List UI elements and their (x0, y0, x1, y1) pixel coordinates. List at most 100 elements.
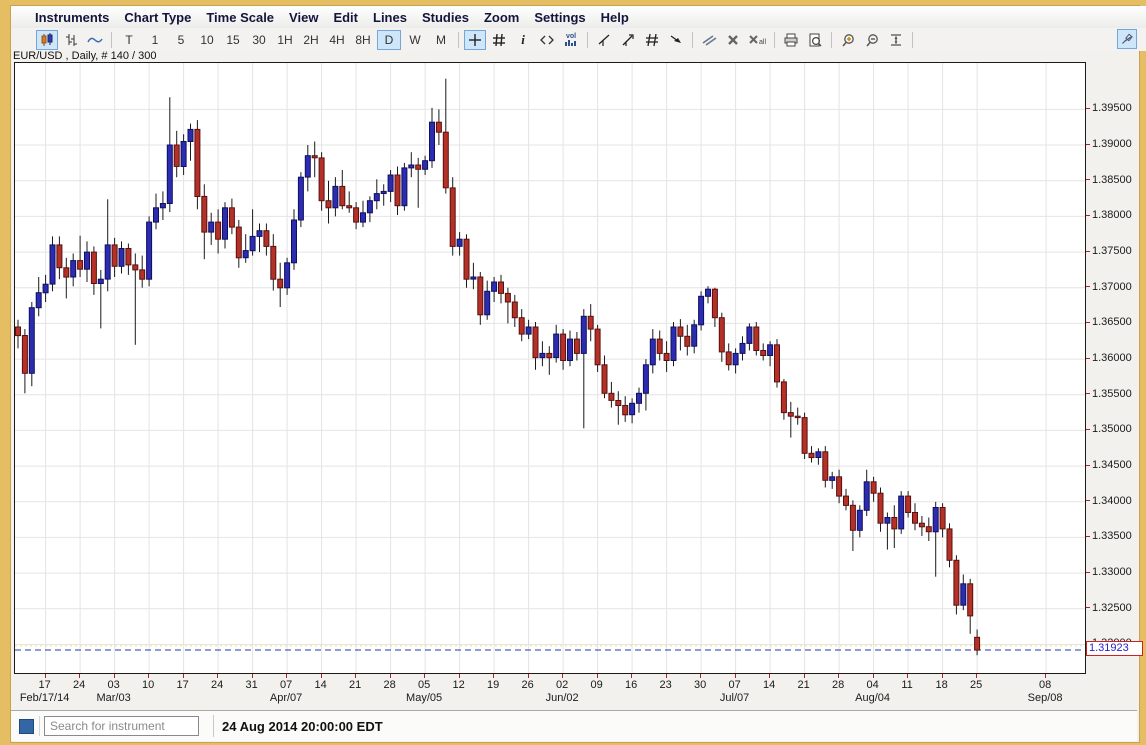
fit-vertical-icon (889, 33, 903, 47)
pin-button[interactable] (1117, 29, 1137, 49)
timeframe-button-15[interactable]: 15 (221, 30, 245, 50)
delete-button[interactable] (722, 30, 744, 50)
x-axis-tick (493, 674, 494, 678)
x-axis-tick (562, 674, 563, 678)
x-axis-tick (1045, 674, 1046, 678)
x-axis-month-label: Aug/04 (833, 692, 913, 704)
volume-button[interactable]: vol (560, 30, 582, 50)
zoom-out-button[interactable] (861, 30, 883, 50)
statusbar-separator (39, 716, 40, 736)
y-axis-tick (1086, 393, 1090, 394)
x-axis-tick (355, 674, 356, 678)
chart-symbol-label: EUR/USD , Daily, # 140 / 300 (13, 50, 156, 62)
x-axis-day-label: 31 (237, 679, 267, 691)
x-axis-tick (217, 674, 218, 678)
y-axis-label: 1.35000 (1086, 422, 1132, 436)
x-axis-month-label: Mar/03 (74, 692, 154, 704)
x-axis-tick (631, 674, 632, 678)
menu-item-chart-type[interactable]: Chart Type (124, 10, 191, 25)
pan-horizontal-icon (540, 35, 554, 45)
crosshair-button[interactable] (464, 30, 486, 50)
timeframe-button-30[interactable]: 30 (247, 30, 271, 50)
x-axis-day-label: 04 (858, 679, 888, 691)
menu-item-studies[interactable]: Studies (422, 10, 469, 25)
x-axis-day-label: 28 (375, 679, 405, 691)
x-axis-tick (321, 674, 322, 678)
delete-all-icon (749, 34, 758, 46)
y-axis-tick (1086, 358, 1090, 359)
menu-item-zoom[interactable]: Zoom (484, 10, 519, 25)
trendline-tool-button[interactable] (593, 30, 615, 50)
menu-item-help[interactable]: Help (601, 10, 629, 25)
search-input[interactable] (48, 718, 207, 734)
candlestick-icon (40, 33, 54, 47)
channel-tool-button[interactable] (641, 30, 663, 50)
x-axis-tick (45, 674, 46, 678)
x-axis-tick (528, 674, 529, 678)
info-button[interactable]: i (512, 30, 534, 50)
ohlc-bars-button[interactable] (60, 30, 82, 50)
timeframe-button-w[interactable]: W (403, 30, 427, 50)
y-axis-label: 1.32500 (1086, 601, 1132, 615)
arrow-tool-button[interactable] (665, 30, 687, 50)
x-axis-month-label: Jun/02 (522, 692, 602, 704)
x-axis-tick (79, 674, 80, 678)
timeframe-button-2h[interactable]: 2H (299, 30, 323, 50)
delete-all-label: all (759, 39, 766, 46)
timeframe-button-1[interactable]: 1 (143, 30, 167, 50)
y-axis-label: 1.33000 (1086, 565, 1132, 579)
x-axis-day-label: 25 (961, 679, 991, 691)
x-axis-tick (873, 674, 874, 678)
ray-tool-button[interactable] (617, 30, 639, 50)
timeframe-button-8h[interactable]: 8H (351, 30, 375, 50)
print-button[interactable] (780, 30, 802, 50)
zoom-out-icon (865, 33, 879, 47)
menu-item-view[interactable]: View (289, 10, 318, 25)
candlestick-chart-button[interactable] (36, 30, 58, 50)
timeframe-button-10[interactable]: 10 (195, 30, 219, 50)
x-axis-day-label: 17 (168, 679, 198, 691)
timeframe-button-4h[interactable]: 4H (325, 30, 349, 50)
fit-vertical-button[interactable] (885, 30, 907, 50)
x-axis-day-label: 17 (30, 679, 60, 691)
x-axis-day-label: 02 (547, 679, 577, 691)
menu-item-time-scale[interactable]: Time Scale (206, 10, 274, 25)
timeframe-button-1h[interactable]: 1H (273, 30, 297, 50)
search-box (44, 716, 199, 736)
x-axis-tick (804, 674, 805, 678)
y-axis-label: 1.34500 (1086, 458, 1132, 472)
price-chart[interactable] (14, 62, 1086, 674)
timeframe-button-d[interactable]: D (377, 30, 401, 50)
x-axis-month-label: Feb/17/14 (5, 692, 85, 704)
x-axis-day-label: 10 (133, 679, 163, 691)
timeframe-button-m[interactable]: M (429, 30, 453, 50)
toolbar: T151015301H2H4H8HDWM i vol (11, 28, 1146, 51)
line-chart-button[interactable] (84, 30, 106, 50)
x-axis-month-label: May/05 (384, 692, 464, 704)
horizontal-pan-button[interactable] (536, 30, 558, 50)
instrument-color-swatch[interactable] (19, 719, 34, 734)
x-axis-day-label: 30 (685, 679, 715, 691)
x-axis-day-label: 09 (582, 679, 612, 691)
menu-item-lines[interactable]: Lines (373, 10, 407, 25)
toolbar-separator (692, 32, 693, 48)
print-preview-button[interactable] (804, 30, 826, 50)
timeframe-button-t[interactable]: T (117, 30, 141, 50)
arrow-tool-icon (669, 33, 683, 47)
x-axis-tick (976, 674, 977, 678)
menu-item-edit[interactable]: Edit (333, 10, 358, 25)
y-axis-label: 1.34000 (1086, 494, 1132, 508)
status-bar: 24 Aug 2014 20:00:00 EDT (11, 710, 1137, 741)
delete-all-button[interactable]: all (746, 30, 769, 50)
menu-item-settings[interactable]: Settings (534, 10, 585, 25)
statusbar-separator (213, 715, 214, 737)
timeframe-button-5[interactable]: 5 (169, 30, 193, 50)
menu-item-instruments[interactable]: Instruments (35, 10, 109, 25)
x-axis-tick (390, 674, 391, 678)
zoom-in-button[interactable] (837, 30, 859, 50)
parallel-lines-icon (701, 33, 717, 47)
x-axis-day-label: 23 (651, 679, 681, 691)
grid-button[interactable] (488, 30, 510, 50)
parallel-lines-button[interactable] (698, 30, 720, 50)
y-axis-tick (1086, 322, 1090, 323)
